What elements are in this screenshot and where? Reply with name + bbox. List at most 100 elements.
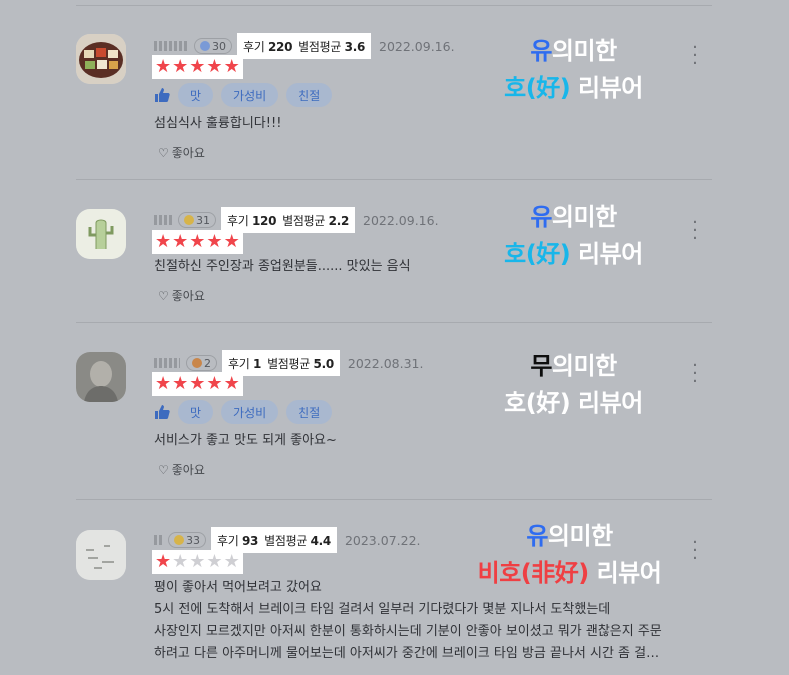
more-options-icon[interactable]: · · · [688,39,702,73]
annotation-line-1: 유의미한 [530,37,617,65]
star-icon: ★ [223,373,240,394]
star-rating: ★ ★ ★ ★ ★ [152,372,243,396]
avg-rating: 5.0 [313,356,335,371]
star-icon: ★ [172,56,189,77]
avg-rating-label: 별점평균 [298,39,342,54]
review-item: 33 후기 93 별점평균 4.4 2023.07.22. ★ ★ ★ ★ ★ 평이 좋… [76,500,712,675]
nickname[interactable] [154,215,172,225]
like-button[interactable]: ♡ 좋아요 [158,287,205,304]
annotation-line-2: 비호(非好) 리뷰어 [477,559,662,587]
star-icon: ★ [155,231,172,252]
like-label: 좋아요 [171,146,205,160]
tag-list: 맛 가성비 친절 [154,83,333,107]
star-icon: ★ [206,56,223,77]
star-rating: ★ ★ ★ ★ ★ [152,550,243,574]
level-icon [192,358,202,368]
annotation-label: 유의미한 호(好) 리뷰어 [496,33,651,107]
avg-rating: 3.6 [344,39,366,54]
star-icon: ★ [189,551,206,572]
like-button[interactable]: ♡ 좋아요 [158,144,205,161]
heart-icon: ♡ [158,145,169,160]
annotation-line-2: 호(好) 리뷰어 [504,389,643,417]
annotation-line-2: 호(好) 리뷰어 [504,240,643,268]
review-text-line: 사장인지 모르겠지만 아저씨 한분이 통화하시는데 기분이 안좋아 보이셨고 뭐… [154,624,662,639]
star-rating: ★ ★ ★ ★ ★ [152,230,243,254]
tag-list: 맛 가성비 친절 [154,400,333,424]
review-count: 1 [253,356,262,371]
review-text-line: 하려고 다른 아주머니께 물어보는데 아저씨가 중간에 브레이크 타임 방금 끝… [154,646,660,661]
level-badge: 33 [168,532,206,548]
review-item: 2 후기 1 별점평균 5.0 2022.08.31. ★ ★ ★ ★ ★ 맛 가성비 … [76,323,712,500]
review-date: 2022.08.31. [347,355,424,371]
annotation-line-1: 유의미한 [526,522,613,550]
more-options-icon[interactable]: · · · [688,534,702,568]
level-icon [184,215,194,225]
annotation-label: 유의미한 비호(非好) 리뷰어 [462,518,677,592]
star-icon: ★ [155,373,172,394]
star-icon: ★ [155,56,172,77]
annotation-label: 무의미한 호(好) 리뷰어 [496,348,651,422]
review-date: 2022.09.16. [363,212,439,228]
review-text-line: 5시 전에 도착해서 브레이크 타임 걸려서 일부러 기다렸다가 몇분 지나서 … [154,602,611,617]
thumbs-up-icon [155,405,170,419]
avg-rating-label: 별점평균 [267,356,311,371]
star-icon: ★ [189,56,206,77]
review-count: 93 [242,533,259,548]
review-count-label: 후기 [228,356,250,371]
star-icon: ★ [223,231,240,252]
avatar[interactable] [76,352,126,402]
review-count-label: 후기 [227,213,249,228]
avatar[interactable] [76,209,126,259]
more-options-icon[interactable]: · · · [688,357,702,391]
level-badge: 31 [178,212,216,228]
star-icon: ★ [172,551,189,572]
avatar[interactable] [76,34,126,84]
tag-value[interactable]: 가성비 [221,83,279,107]
level-badge: 30 [194,38,232,54]
like-label: 좋아요 [171,289,205,303]
star-icon: ★ [172,231,189,252]
star-icon: ★ [223,56,240,77]
thumbs-up-icon [155,88,170,102]
tag-kindness[interactable]: 친절 [286,400,333,424]
avatar[interactable] [76,530,126,580]
avg-rating: 2.2 [328,213,350,228]
nickname[interactable] [154,535,162,545]
review-item: 30 후기 220 별점평균 3.6 2022.09.16. ★ ★ ★ ★ ★ 맛 가… [76,6,712,180]
review-text[interactable]: 섬심식사 훌륭합니다!!! [154,113,281,135]
star-icon: ★ [206,551,223,572]
review-text[interactable]: 서비스가 좋고 맛도 되게 좋아요~ [154,430,337,452]
like-label: 좋아요 [171,463,205,477]
more-options-icon[interactable]: · · · [688,214,702,248]
like-button[interactable]: ♡ 좋아요 [158,461,205,478]
tag-kindness[interactable]: 친절 [286,83,333,107]
reviewer-stats: 후기 220 별점평균 3.6 [237,33,371,59]
review-item: 31 후기 120 별점평균 2.2 2022.09.16. ★ ★ ★ ★ ★ 친절하… [76,180,712,323]
level-badge: 2 [186,355,217,371]
avg-rating-label: 별점평균 [264,533,308,548]
review-text[interactable]: 친절하신 주인장과 종업원분들...... 맛있는 음식 [154,256,411,278]
tag-value[interactable]: 가성비 [221,400,279,424]
review-count: 120 [252,213,277,228]
star-icon: ★ [189,231,206,252]
star-rating: ★ ★ ★ ★ ★ [152,55,243,79]
star-icon: ★ [189,373,206,394]
review-count-label: 후기 [217,533,239,548]
nickname[interactable] [154,41,188,51]
avg-rating: 4.4 [310,533,332,548]
annotation-line-1: 무의미한 [530,352,617,380]
level-icon [174,535,184,545]
star-icon: ★ [206,373,223,394]
tag-taste[interactable]: 맛 [178,83,214,107]
nickname[interactable] [154,358,180,368]
review-count-label: 후기 [243,39,265,54]
review-date: 2023.07.22. [344,532,421,548]
level-icon [200,41,210,51]
star-icon: ★ [172,373,189,394]
annotation-line-1: 유의미한 [530,203,617,231]
tag-taste[interactable]: 맛 [178,400,214,424]
annotation-line-2: 호(好) 리뷰어 [504,74,643,102]
annotation-label: 유의미한 호(好) 리뷰어 [496,199,651,273]
star-icon: ★ [223,551,240,572]
review-count: 220 [268,39,293,54]
